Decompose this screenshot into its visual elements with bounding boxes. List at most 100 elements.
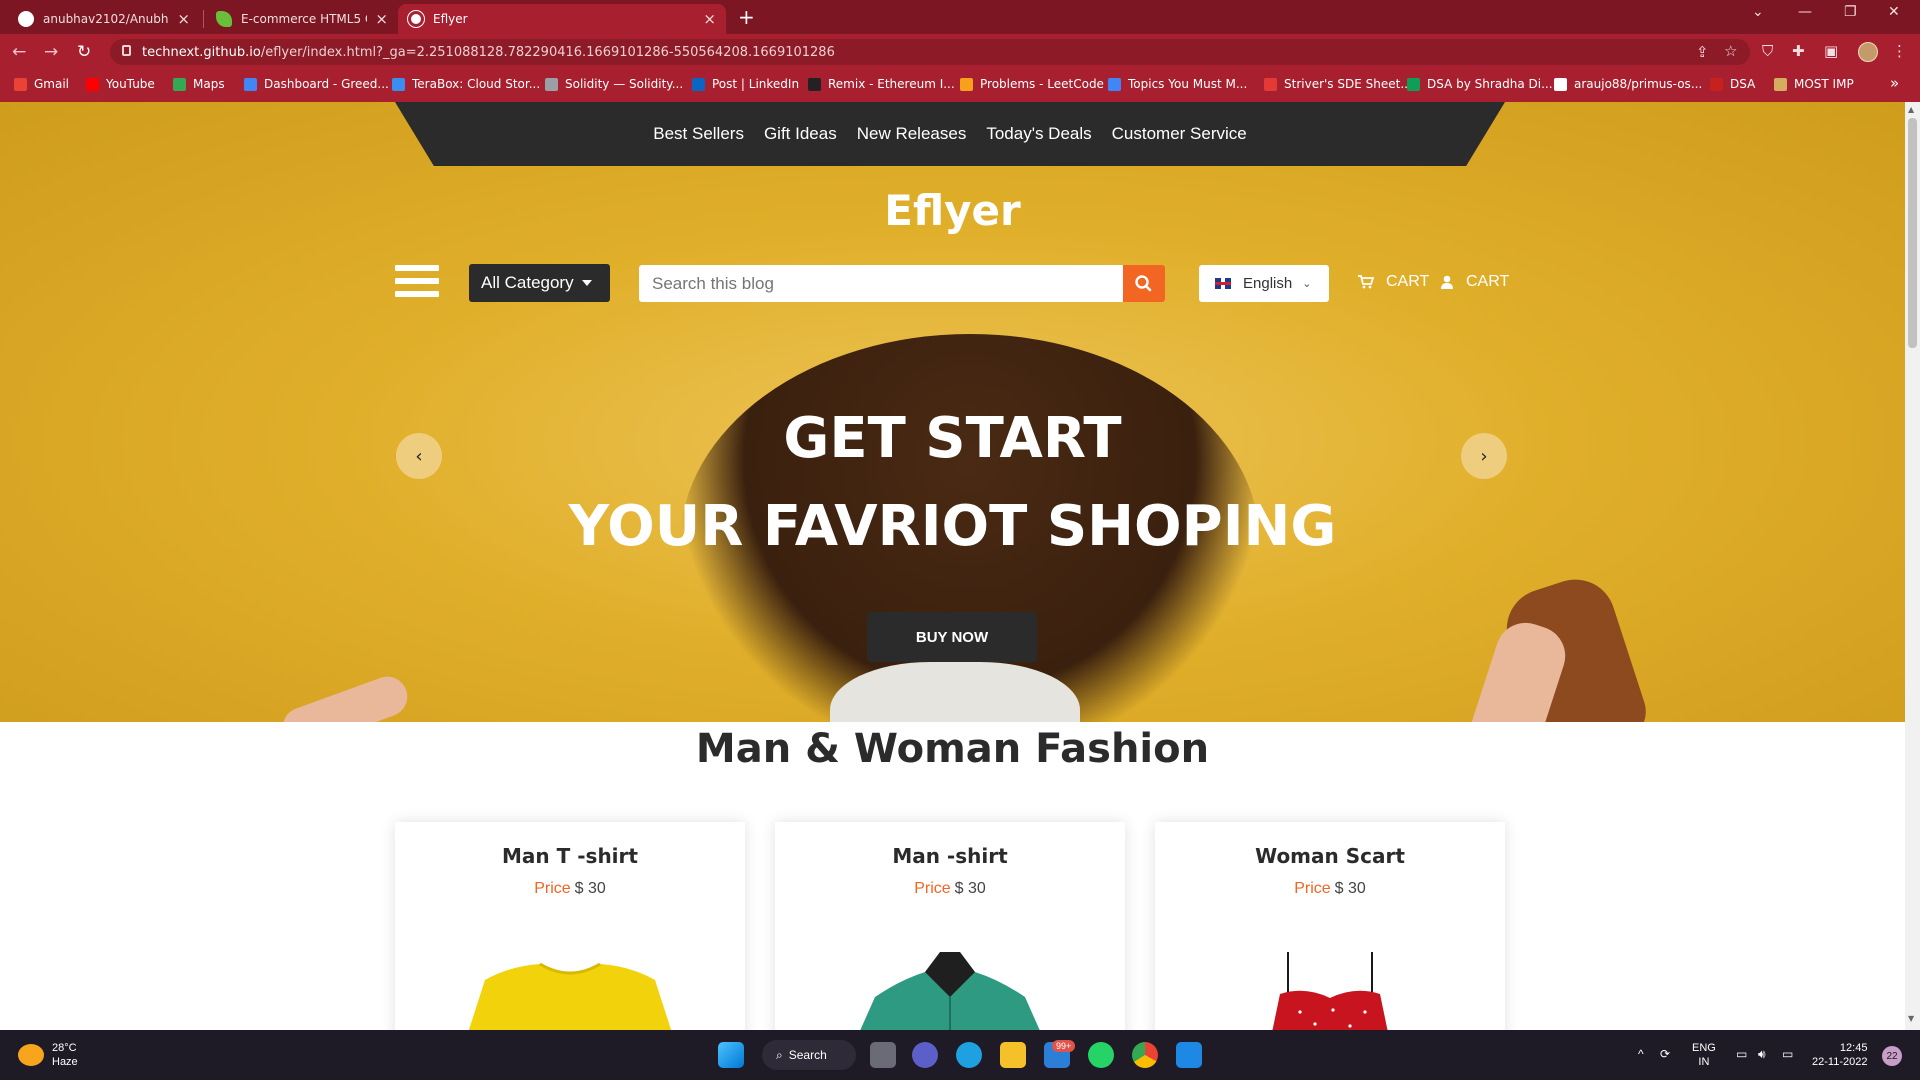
youtube-icon: [86, 77, 99, 91]
bookmark-leetcode[interactable]: Problems - LeetCode: [960, 77, 1104, 91]
bookmark-striver[interactable]: Striver's SDE Sheet...: [1264, 77, 1412, 91]
bookmark-youtube[interactable]: YouTube: [86, 77, 155, 91]
gmail-icon: [14, 77, 27, 91]
sync-icon[interactable]: ⟳: [1660, 1047, 1670, 1061]
bookmark-remix[interactable]: Remix - Ethereum I...: [808, 77, 955, 91]
cart-link[interactable]: CART: [1358, 273, 1429, 291]
globe-icon: [408, 11, 424, 27]
bookmark-maps[interactable]: Maps: [173, 77, 225, 91]
address-bar[interactable]: technext.github.io/eflyer/index.html?_ga…: [110, 39, 1750, 65]
bookmark-dashboard[interactable]: Dashboard - Greed...: [244, 77, 389, 91]
scroll-up-arrow-icon[interactable]: ▲: [1908, 105, 1914, 114]
lock-icon: [122, 45, 131, 56]
tab-search-icon[interactable]: ⌄: [1752, 4, 1764, 20]
scroll-thumb[interactable]: [1908, 118, 1917, 348]
bookmark-most-imp[interactable]: MOST IMP: [1774, 77, 1854, 91]
bookmark-label: DSA: [1730, 77, 1756, 91]
close-window-button[interactable]: ✕: [1888, 4, 1900, 20]
notification-badge[interactable]: 22: [1882, 1046, 1902, 1066]
search-input[interactable]: [639, 265, 1123, 302]
yellow-tshirt-image: [468, 962, 672, 1030]
bookmark-linkedin[interactable]: Post | LinkedIn: [692, 77, 799, 91]
close-icon[interactable]: ×: [177, 10, 190, 28]
new-tab-button[interactable]: +: [738, 5, 755, 29]
language-label: English: [1243, 275, 1293, 292]
nav-gift-ideas[interactable]: Gift Ideas: [764, 124, 837, 144]
product-card[interactable]: Woman Scart Price $ 30: [1155, 822, 1505, 1030]
windows-start-icon[interactable]: [718, 1042, 744, 1068]
site-logo[interactable]: Eflyer: [0, 186, 1905, 235]
url-path: /eflyer/index.html?_ga=2.251088128.78229…: [260, 45, 835, 60]
bookmark-icon: [1774, 77, 1787, 91]
task-view-icon[interactable]: [870, 1042, 896, 1068]
leetcode-icon: [960, 77, 973, 91]
close-icon[interactable]: ×: [375, 10, 388, 28]
forward-icon[interactable]: →: [44, 42, 58, 62]
bookmark-star-icon[interactable]: ☆: [1724, 42, 1737, 60]
weather-widget[interactable]: 28°C Haze: [18, 1041, 78, 1069]
share-icon[interactable]: ⇪: [1696, 43, 1709, 61]
chrome-icon[interactable]: [1132, 1042, 1158, 1068]
hero-heading-line1: GET START: [783, 406, 1122, 471]
language-selector[interactable]: English ⌄: [1199, 265, 1329, 302]
bookmarks-overflow-button[interactable]: »: [1890, 74, 1899, 92]
file-explorer-icon[interactable]: [1000, 1042, 1026, 1068]
network-icon[interactable]: ▭: [1736, 1047, 1747, 1061]
back-icon[interactable]: ←: [12, 42, 26, 62]
profile-avatar[interactable]: [1858, 42, 1878, 62]
show-hidden-icons-icon[interactable]: ^: [1638, 1047, 1644, 1061]
bookmark-primus[interactable]: araujo88/primus-os...: [1554, 77, 1702, 91]
hamburger-menu-icon[interactable]: [395, 265, 439, 299]
menu-dots-icon[interactable]: ⋮: [1892, 42, 1907, 60]
bookmark-solidity[interactable]: Solidity — Solidity...: [545, 77, 683, 91]
input-language[interactable]: ENG IN: [1692, 1041, 1716, 1069]
restore-button[interactable]: ❐: [1844, 4, 1857, 20]
windows-taskbar: 28°C Haze ⌕ Search 99+ ^ ⟳ ENG IN ▭ 🔊︎ ▭…: [0, 1030, 1920, 1080]
reload-icon[interactable]: ↻: [77, 42, 91, 62]
tab-github[interactable]: anubhav2102/Anubhav_Ladha ×: [8, 4, 200, 34]
nav-todays-deals[interactable]: Today's Deals: [986, 124, 1091, 144]
nav-customer-service[interactable]: Customer Service: [1112, 124, 1247, 144]
search-form: [639, 265, 1165, 302]
close-icon[interactable]: ×: [703, 10, 716, 28]
extensions-icon[interactable]: ✚: [1792, 42, 1805, 60]
document-icon: [1108, 77, 1121, 91]
bookmark-dsa-shradha[interactable]: DSA by Shradha Di...: [1407, 77, 1553, 91]
buy-now-button[interactable]: BUY NOW: [867, 612, 1037, 662]
clock[interactable]: 12:45 22-11-2022: [1812, 1041, 1867, 1069]
scroll-down-arrow-icon[interactable]: ▼: [1908, 1014, 1914, 1023]
page-scrollbar[interactable]: ▲ ▼: [1905, 102, 1920, 1030]
edge-icon[interactable]: [956, 1042, 982, 1068]
chat-icon[interactable]: [912, 1042, 938, 1068]
nav-best-sellers[interactable]: Best Sellers: [653, 124, 744, 144]
bookmark-dsa[interactable]: DSA: [1710, 77, 1755, 91]
all-category-dropdown[interactable]: All Category: [469, 264, 610, 302]
bookmark-label: YouTube: [106, 77, 155, 91]
side-panel-icon[interactable]: ▣: [1824, 42, 1838, 60]
shield-extension-icon[interactable]: ⛉: [1762, 42, 1773, 60]
product-card[interactable]: Man T -shirt Price $ 30: [395, 822, 745, 1030]
bookmark-gmail[interactable]: Gmail: [14, 77, 69, 91]
cart-label: CART: [1386, 273, 1430, 290]
bookmark-terabox[interactable]: TeraBox: Cloud Stor...: [392, 77, 540, 91]
tab-title: E-commerce HTML5 CSS3 Websi: [241, 12, 367, 26]
product-card[interactable]: Man -shirt Price $ 30: [775, 822, 1125, 1030]
tab-divider: [203, 10, 204, 28]
taskbar-search[interactable]: ⌕ Search: [762, 1040, 856, 1070]
uk-flag-icon: [1215, 278, 1231, 289]
vscode-icon[interactable]: [1176, 1042, 1202, 1068]
battery-icon[interactable]: ▭: [1782, 1047, 1793, 1061]
tab-eflyer[interactable]: Eflyer ×: [398, 4, 726, 34]
nav-new-releases[interactable]: New Releases: [857, 124, 967, 144]
section-title: Man & Woman Fashion: [695, 726, 1210, 772]
whatsapp-icon[interactable]: [1088, 1042, 1114, 1068]
search-button[interactable]: [1123, 265, 1165, 302]
tab-ecommerce[interactable]: E-commerce HTML5 CSS3 Websi ×: [206, 4, 398, 34]
account-link[interactable]: CART: [1440, 273, 1509, 291]
url-text: technext.github.io/eflyer/index.html?_ga…: [142, 45, 835, 60]
volume-icon[interactable]: 🔊︎: [1758, 1047, 1766, 1062]
lang-line2: IN: [1698, 1056, 1710, 1068]
minimize-button[interactable]: —: [1798, 4, 1812, 20]
bookmark-topics[interactable]: Topics You Must M...: [1108, 77, 1247, 91]
dsa-icon: [1710, 77, 1723, 91]
